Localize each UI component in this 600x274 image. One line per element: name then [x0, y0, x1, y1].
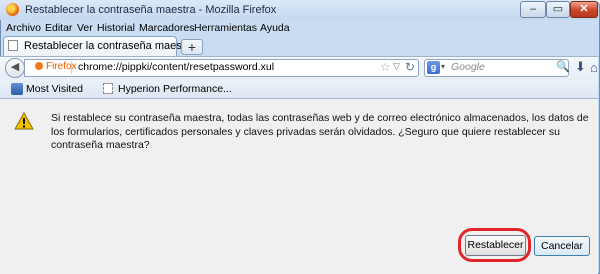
menu-herramientas[interactable]: Herramientas [194, 22, 257, 34]
close-button[interactable]: ✕ [570, 1, 598, 18]
search-input[interactable] [424, 59, 569, 77]
tab-label: Restablecer la contraseña maestra [24, 40, 195, 52]
dialog-message: Si restablece su contraseña maestra, tod… [51, 112, 589, 151]
back-arrow-icon: ◀ [10, 61, 20, 73]
menu-ayuda[interactable]: Ayuda [260, 22, 290, 34]
maximize-button[interactable]: ▭ [546, 1, 570, 18]
reload-icon[interactable]: ↻ [405, 60, 415, 74]
window-title: Restablecer la contraseña maestra - Mozi… [25, 4, 277, 16]
bookmark-most-visited[interactable]: Most Visited [26, 83, 83, 95]
menu-marcadores[interactable]: Marcadores [139, 22, 194, 34]
warning-icon [14, 112, 34, 130]
cancel-button[interactable]: Cancelar [534, 236, 590, 256]
home-icon[interactable]: ⌂ [590, 60, 598, 74]
back-button[interactable]: ◀ [5, 58, 25, 78]
menu-bar: Archivo Editar Ver Historial Marcadores … [0, 20, 598, 35]
google-icon[interactable]: g [427, 61, 440, 74]
search-icon[interactable]: 🔍 [556, 60, 570, 73]
menu-ver[interactable]: Ver [77, 22, 93, 34]
search-placeholder: Google [451, 61, 485, 73]
most-visited-icon [11, 83, 23, 95]
page-icon [8, 40, 18, 51]
bookmarks-bar [0, 80, 598, 99]
menu-historial[interactable]: Historial [97, 22, 135, 34]
search-engine-dropdown-icon[interactable]: ▾ [441, 62, 445, 71]
menu-editar[interactable]: Editar [45, 22, 72, 34]
bookmark-star-icon[interactable]: ☆ [380, 60, 391, 74]
chevron-down-icon[interactable]: ▽ [393, 61, 400, 72]
firefox-logo-icon [6, 3, 19, 16]
minimize-button[interactable]: ‒ [520, 1, 546, 18]
identity-icon [35, 62, 43, 70]
page-icon [103, 83, 113, 94]
highlight-annotation [458, 228, 531, 262]
menu-archivo[interactable]: Archivo [6, 22, 41, 34]
downloads-icon[interactable]: ⬇ [575, 59, 586, 75]
url-separator [71, 61, 72, 74]
new-tab-button[interactable]: + [181, 39, 203, 55]
url-text[interactable]: chrome://pippki/content/resetpassword.xu… [78, 61, 274, 73]
bookmark-hyperion-performance[interactable]: Hyperion Performance... [118, 83, 232, 95]
